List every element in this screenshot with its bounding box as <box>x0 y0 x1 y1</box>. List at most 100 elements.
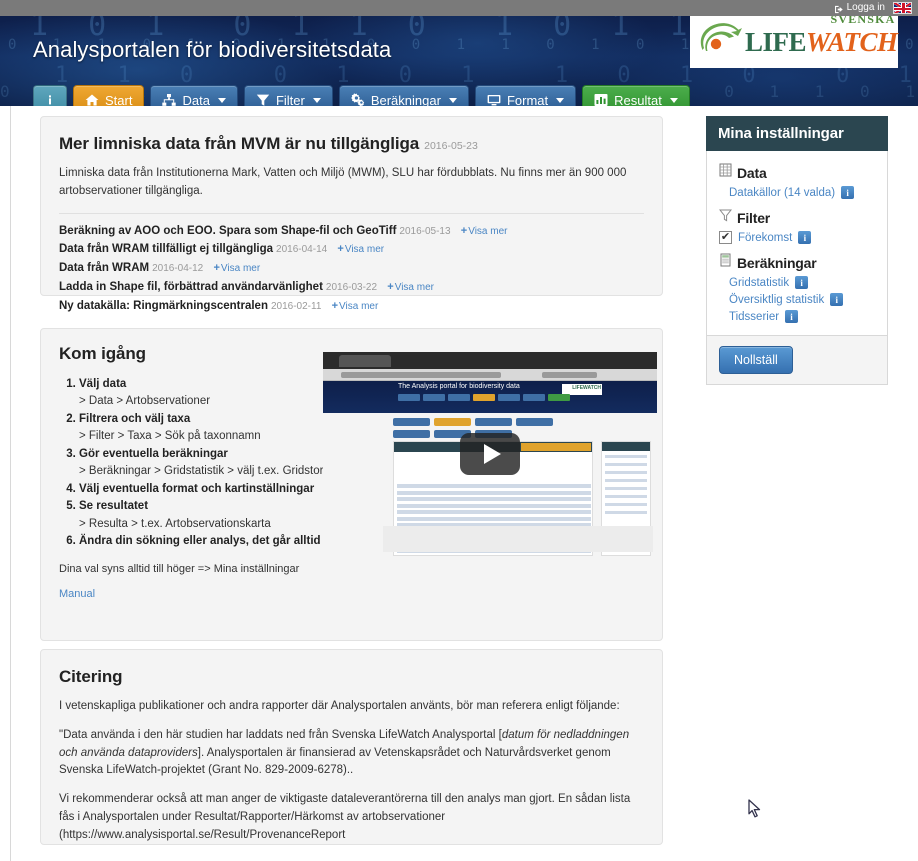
citation-title: Citering <box>59 667 123 686</box>
list-item: Ladda in Shape fil, förbättrad användarv… <box>59 278 644 297</box>
site-banner: 1 0 1 0 1 1 0 1 0 1 1 0 1 0 1 1 0 1 0 1 … <box>0 16 918 106</box>
nav-format-button[interactable]: Format <box>474 85 577 107</box>
news-item-date: 2016-05-13 <box>399 225 451 237</box>
news-item-title: Ny datakälla: Ringmärkningscentralen <box>59 299 268 312</box>
info-icon[interactable]: i <box>798 231 812 244</box>
news-item-date: 2016-03-22 <box>325 282 378 294</box>
sidebar-link-label[interactable]: Gridstatistik <box>729 277 789 289</box>
news-item-title: Ladda in Shape fil, förbättrad användarv… <box>59 281 323 294</box>
login-link[interactable]: Logga in <box>834 0 885 16</box>
info-icon[interactable]: i <box>785 310 799 323</box>
my-settings-footer: Nollställ <box>706 336 888 385</box>
step-main: Se resultatet <box>79 500 149 513</box>
sign-in-icon <box>834 4 844 13</box>
sidebar-section-label: Data <box>737 164 767 181</box>
chevron-down-icon <box>448 97 457 103</box>
sidebar-section-data: Data <box>719 163 875 182</box>
monitor-icon <box>487 93 501 106</box>
show-more-link[interactable]: +Visa mer <box>461 225 508 237</box>
nav-berakningar-button[interactable]: Beräkningar <box>338 85 469 107</box>
funnel-icon <box>256 93 270 106</box>
list-item: Data från WRAM tillfälligt ej tillgängli… <box>59 240 644 259</box>
nav-data-label: Data <box>182 92 210 107</box>
login-label: Logga in <box>846 2 885 13</box>
info-icon[interactable]: i <box>841 186 855 199</box>
news-item-date: 2016-02-11 <box>270 300 322 312</box>
step-main: Gör eventuella beräkningar <box>79 447 228 460</box>
news-headline: Mer limniska data från MVM är nu tillgän… <box>59 134 644 154</box>
chevron-down-icon <box>556 97 565 103</box>
news-divider <box>59 212 644 214</box>
nav-resultat-label: Resultat <box>614 92 662 107</box>
funnel-icon <box>718 208 733 227</box>
step-main: Välj eventuella format och kartinställni… <box>79 482 315 495</box>
calculator-icon <box>719 253 732 272</box>
sidebar-link-label[interactable]: Översiktlig statistik <box>729 294 824 306</box>
chevron-down-icon <box>312 97 321 103</box>
info-icon[interactable]: i <box>795 276 809 289</box>
logo-life-label: LIFE <box>745 26 807 57</box>
nav-filter-label: Filter <box>275 92 305 107</box>
nav-berakningar-label: Beräkningar <box>370 92 441 107</box>
play-button-icon[interactable] <box>460 433 520 475</box>
news-date: 2016-05-23 <box>424 140 478 152</box>
sidebar-section-filter: Filter <box>718 208 875 227</box>
video-screenshot-title: The Analysis portal for biodiversity dat… <box>398 383 520 390</box>
my-settings-title: Mina inställningar <box>706 116 888 151</box>
tutorial-video-thumbnail[interactable]: The Analysis portal for biodiversity dat… <box>323 352 657 556</box>
logo-watch-label: WATCH <box>806 26 898 57</box>
news-card: Mer limniska data från MVM är nu tillgän… <box>40 116 663 312</box>
nav-data-button[interactable]: Data <box>150 85 238 107</box>
step-main: Filtrera och välj taxa <box>79 412 191 425</box>
sidebar-section-berakningar: Beräkningar <box>719 253 875 272</box>
show-more-link[interactable]: +Visa mer <box>332 300 379 312</box>
show-more-link[interactable]: +Visa mer <box>387 281 434 293</box>
citation-intro: I vetenskapliga publikationer och andra … <box>59 700 620 712</box>
manual-link[interactable]: Manual <box>59 588 95 600</box>
nav-filter-button[interactable]: Filter <box>243 85 333 107</box>
list-item: Beräkning av AOO och EOO. Spara som Shap… <box>59 222 644 241</box>
news-item-title: Data från WRAM tillfälligt ej tillgängli… <box>59 243 274 256</box>
sidebar-item-gridstatistik[interactable]: Gridstatistik i <box>729 276 875 289</box>
nav-resultat-button[interactable]: Resultat <box>582 85 690 106</box>
news-item-title: Beräkning av AOO och EOO. Spara som Shap… <box>59 224 397 237</box>
list-item: Data från WRAM 2016-04-12 +Visa mer <box>59 259 644 278</box>
lifewatch-leaf-icon <box>698 22 744 62</box>
forekomst-checkbox[interactable]: ✔ <box>719 231 732 244</box>
show-more-link[interactable]: +Visa mer <box>213 262 260 274</box>
nav-info-button[interactable] <box>33 85 67 106</box>
info-icon <box>43 93 57 106</box>
info-icon[interactable]: i <box>830 293 844 306</box>
news-item-date: 2016-04-12 <box>152 263 204 275</box>
nav-format-label: Format <box>506 92 549 107</box>
news-title: Mer limniska data från MVM är nu tillgän… <box>59 134 420 153</box>
page-title: Analysportalen för biodiversitetsdata <box>33 37 392 62</box>
lifewatch-logo[interactable]: SVENSKA LIFEWATCH <box>690 16 898 68</box>
sidebar-link-label[interactable]: Förekomst <box>738 232 792 244</box>
reset-button[interactable]: Nollställ <box>719 346 793 374</box>
top-utility-bar: Logga in <box>0 0 918 16</box>
news-lead: Limniska data från Institutionerna Mark,… <box>59 167 627 197</box>
my-settings-panel: Mina inställningar Data Datakällor (14 v… <box>706 116 888 385</box>
logo-svenska-label: SVENSKA <box>830 16 896 26</box>
list-item: Ny datakälla: Ringmärkningscentralen 2016… <box>59 297 644 316</box>
sidebar-item-oversiktlig-statistik[interactable]: Översiktlig statistik i <box>729 293 875 306</box>
uk-flag-icon[interactable] <box>893 2 912 14</box>
sidebar-item-tidsserier[interactable]: Tidsserier i <box>729 310 875 323</box>
sidebar-link-label[interactable]: Datakällor (14 valda) <box>729 187 835 199</box>
sidebar-section-label: Beräkningar <box>737 254 817 271</box>
sidebar-item-forekomst[interactable]: ✔ Förekomst i <box>719 231 875 244</box>
chevron-down-icon <box>217 97 226 103</box>
gears-icon <box>351 93 365 106</box>
nav-start-button[interactable]: Start <box>73 85 145 106</box>
sidebar-link-label[interactable]: Tidsserier <box>729 311 779 323</box>
mouse-cursor <box>748 799 762 819</box>
chevron-down-icon <box>669 97 678 103</box>
show-more-link[interactable]: +Visa mer <box>337 243 384 255</box>
citation-recommendation: Vi rekommenderar också att man anger de … <box>59 793 631 841</box>
getting-started-card: Kom igång Välj data > Data > Artobservat… <box>40 328 663 641</box>
sidebar-item-datakallor[interactable]: Datakällor (14 valda) i <box>729 186 875 199</box>
home-icon <box>85 93 99 106</box>
database-grid-icon <box>719 163 732 182</box>
sitemap-icon <box>162 93 177 106</box>
